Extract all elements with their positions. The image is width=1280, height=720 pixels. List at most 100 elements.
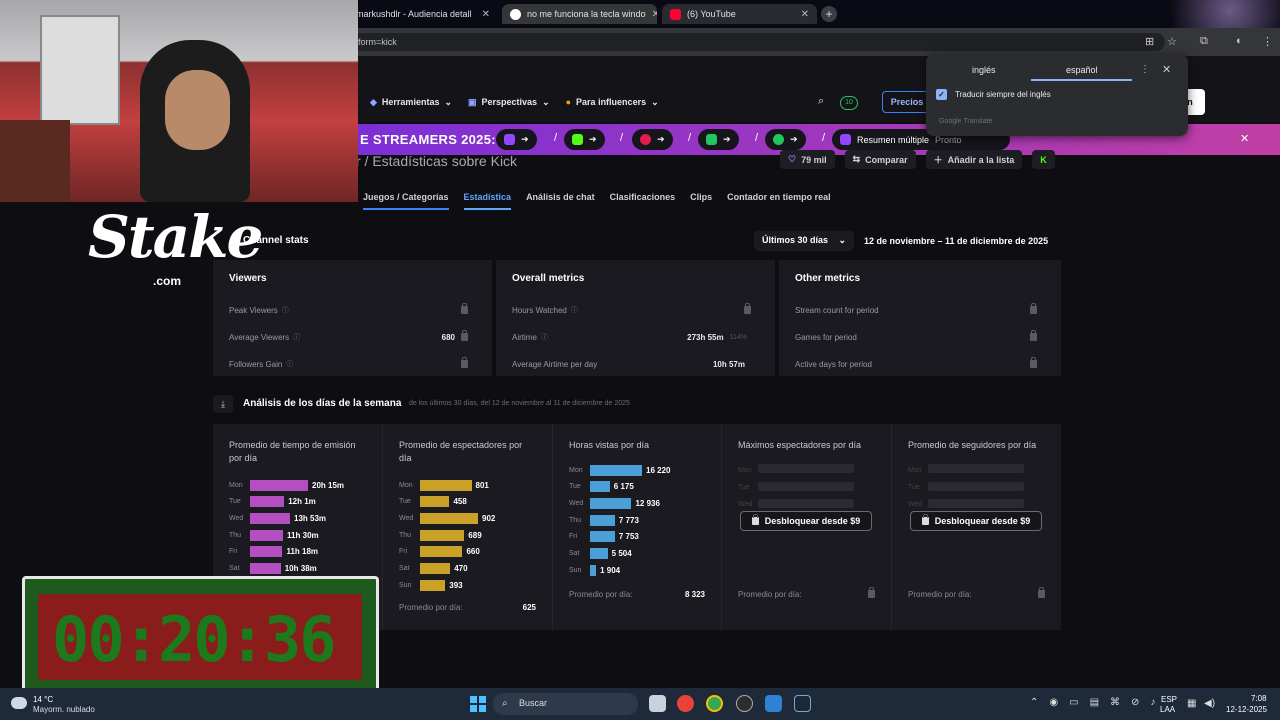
prices-button[interactable]: Precios bbox=[882, 91, 932, 113]
bar-value: 801 bbox=[475, 480, 489, 490]
input-layout[interactable]: LAA bbox=[1160, 705, 1175, 714]
new-tab-button[interactable]: + bbox=[821, 6, 837, 22]
more-options-icon[interactable]: ⋮ bbox=[1140, 64, 1150, 75]
kick-link-icon[interactable]: K bbox=[1032, 150, 1055, 169]
add-to-list-button[interactable]: ＋ Añadir a la lista bbox=[925, 150, 1023, 169]
banner-platform-play[interactable]: ➔ bbox=[765, 129, 806, 150]
speaker-icon[interactable]: ◀) bbox=[1204, 698, 1215, 709]
close-tab-icon[interactable]: ✕ bbox=[482, 9, 490, 20]
metric-label: Airtime bbox=[512, 332, 537, 342]
clock-date[interactable]: 12-12-2025 bbox=[1226, 705, 1267, 714]
clock-time[interactable]: 7:08 bbox=[1251, 694, 1267, 703]
period-select[interactable]: Últimos 30 días ⌄ bbox=[754, 231, 854, 251]
bar-row: Sun 393 bbox=[399, 579, 463, 591]
chrome-active-icon[interactable] bbox=[706, 695, 723, 712]
close-icon[interactable]: ✕ bbox=[1162, 63, 1171, 76]
compare-button[interactable]: ⇆ Comparar bbox=[844, 150, 916, 169]
nav-tools[interactable]: ◆ Herramientas ⌄ bbox=[370, 94, 452, 110]
bookmark-star-icon[interactable]: ☆ bbox=[1167, 35, 1177, 48]
battery-icon[interactable]: ▭ bbox=[1069, 697, 1078, 708]
translate-target-tab[interactable]: español bbox=[1066, 65, 1098, 75]
notification-icon[interactable]: 10 bbox=[840, 96, 858, 110]
bar-value: 902 bbox=[482, 513, 496, 523]
bar-value: 7 773 bbox=[618, 515, 639, 525]
browser-tab[interactable]: markushdlr - Audiencia detall ✕ bbox=[348, 4, 498, 24]
windows-start-icon[interactable] bbox=[470, 696, 486, 712]
info-icon[interactable]: ⓘ bbox=[282, 305, 289, 315]
close-banner-icon[interactable]: ✕ bbox=[1240, 132, 1249, 145]
unlock-button[interactable]: Desbloquear desde $9 bbox=[910, 511, 1042, 531]
translate-source-tab[interactable]: inglés bbox=[972, 65, 996, 75]
day-bar bbox=[590, 497, 632, 509]
day-bar bbox=[250, 512, 291, 524]
steam-icon[interactable] bbox=[794, 695, 811, 712]
chevron-up-icon[interactable]: ⌃ bbox=[1030, 697, 1038, 708]
heart-icon: ♡ bbox=[788, 154, 797, 164]
timer-display: 00:20:36 bbox=[52, 603, 337, 676]
banner-separator: / bbox=[554, 132, 558, 144]
download-icon[interactable]: ⤓ bbox=[213, 395, 233, 413]
profile-icon[interactable]: ◐ bbox=[1236, 35, 1243, 47]
nav-influencers[interactable]: ● Para influencers ⌄ bbox=[566, 94, 659, 110]
input-language[interactable]: ESP bbox=[1161, 695, 1177, 704]
banner-title: E STREAMERS 2025: bbox=[360, 132, 496, 147]
tab-clips[interactable]: Clips bbox=[690, 192, 712, 210]
discord-icon[interactable]: ◉ bbox=[1049, 697, 1058, 708]
nav-perspectives[interactable]: ▣ Perspectivas ⌄ bbox=[468, 94, 550, 110]
lock-icon bbox=[461, 357, 468, 368]
tab-statistics[interactable]: Estadística bbox=[463, 192, 512, 210]
stake-logo-domain: .com bbox=[153, 274, 182, 288]
follow-count[interactable]: ♡ 79 mil bbox=[780, 150, 835, 169]
weather-temp[interactable]: 14 °C bbox=[33, 695, 53, 704]
network-icon[interactable]: ⌘ bbox=[1110, 697, 1120, 708]
browser-tab[interactable]: (6) YouTube ✕ bbox=[662, 4, 817, 24]
file-explorer-icon[interactable] bbox=[649, 695, 666, 712]
app-tray-icon[interactable]: ▤ bbox=[1090, 697, 1099, 708]
photos-icon[interactable] bbox=[765, 695, 782, 712]
chrome-icon[interactable] bbox=[677, 695, 694, 712]
close-tab-icon[interactable]: ✕ bbox=[652, 9, 657, 20]
extensions-icon[interactable]: ⧉ bbox=[1200, 35, 1208, 48]
unlock-button[interactable]: Desbloquear desde $9 bbox=[740, 511, 872, 531]
column-title: Máximos espectadores por día bbox=[738, 440, 862, 450]
taskbar-search[interactable]: Buscar bbox=[493, 693, 638, 715]
lock-icon bbox=[1030, 330, 1037, 341]
day-bar bbox=[590, 564, 597, 576]
info-icon[interactable]: ⓘ bbox=[286, 359, 293, 369]
metric-label: Average Airtime per day bbox=[512, 359, 598, 369]
translate-icon[interactable]: ⊞ bbox=[1145, 35, 1154, 48]
bar-value: 7 753 bbox=[618, 532, 639, 542]
metric-row: Followers Gain ⓘ bbox=[229, 357, 468, 371]
browser-tab[interactable]: no me funciona la tecla windo ✕ bbox=[502, 4, 657, 24]
network-status-icon[interactable]: ▦ bbox=[1187, 698, 1196, 709]
tab-games[interactable]: Juegos / Categorías bbox=[363, 192, 449, 210]
day-bar bbox=[420, 563, 451, 574]
bar-row: Tue 6 175 bbox=[569, 481, 634, 493]
metric-row: Airtime ⓘ 273h 55m 114% bbox=[512, 330, 751, 344]
banner-platform-heart[interactable]: ➔ bbox=[632, 129, 673, 150]
obs-icon[interactable] bbox=[736, 695, 753, 712]
day-bar bbox=[420, 479, 472, 491]
microphone-icon[interactable]: ♪ bbox=[1150, 697, 1155, 708]
metric-label: Hours Watched bbox=[512, 305, 567, 315]
tab-chat-analysis[interactable]: Análisis de chat bbox=[526, 192, 595, 210]
close-tab-icon[interactable]: ✕ bbox=[801, 9, 809, 20]
search-icon[interactable]: ⌕ bbox=[818, 95, 824, 108]
weather-desc[interactable]: Mayorm. nublado bbox=[33, 705, 95, 714]
lock-icon bbox=[744, 303, 751, 314]
tab-rankings[interactable]: Clasificaciones bbox=[610, 192, 676, 210]
always-translate-checkbox[interactable]: ✓ bbox=[936, 89, 947, 100]
tab-realtime[interactable]: Contador en tiempo real bbox=[727, 192, 831, 210]
viewers-per-day-column: Promedio de espectadores por día Promedi… bbox=[383, 424, 553, 630]
banner-platform-twitch[interactable]: ➔ bbox=[496, 129, 537, 150]
wifi-off-icon[interactable]: ⊘ bbox=[1131, 697, 1139, 708]
info-icon[interactable]: ⓘ bbox=[293, 332, 300, 342]
banner-platform-kick[interactable]: ➔ bbox=[564, 129, 605, 150]
sub-tabs: Juegos / Categorías Estadística Análisis… bbox=[363, 192, 831, 210]
menu-icon[interactable]: ⋮ bbox=[1262, 35, 1273, 48]
column-title: Horas vistas por día bbox=[569, 440, 650, 450]
info-icon[interactable]: ⓘ bbox=[571, 305, 578, 315]
info-icon[interactable]: ⓘ bbox=[541, 332, 548, 342]
banner-platform-plus[interactable]: ➔ bbox=[698, 129, 739, 150]
address-bar[interactable]: form=kick bbox=[350, 33, 1165, 51]
